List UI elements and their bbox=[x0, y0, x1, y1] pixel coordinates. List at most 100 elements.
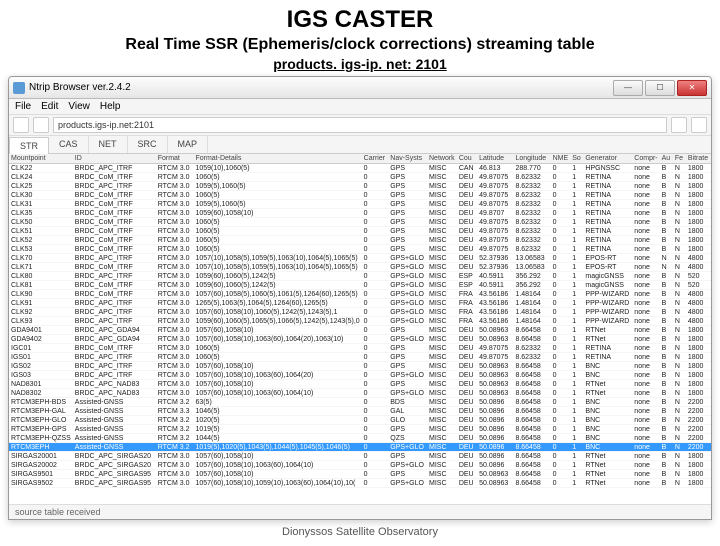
tab-src[interactable]: SRC bbox=[128, 136, 168, 153]
table-cell: 0 bbox=[362, 254, 389, 263]
slide-link[interactable]: products. igs-ip. net: 2101 bbox=[0, 56, 720, 72]
table-cell: 0 bbox=[551, 308, 571, 317]
column-header[interactable]: Au bbox=[660, 154, 673, 164]
column-header[interactable]: Latitude bbox=[477, 154, 513, 164]
column-header[interactable]: Carrier bbox=[362, 154, 389, 164]
tab-map[interactable]: MAP bbox=[168, 136, 209, 153]
table-row[interactable]: NAD8301BRDC_APC_NAD83RTCM 3.01057(60),10… bbox=[9, 380, 711, 389]
close-button[interactable]: ✕ bbox=[677, 80, 707, 96]
table-cell: 8.66458 bbox=[513, 389, 550, 398]
menu-help[interactable]: Help bbox=[100, 101, 121, 112]
table-row[interactable]: RTCM3EPH-QZSSAssisted-GNSSRTCM 3.21044(5… bbox=[9, 434, 711, 443]
column-header[interactable]: Fe bbox=[673, 154, 686, 164]
table-row[interactable]: GDA9401BRDC_APC_GDA94RTCM 3.01057(60),10… bbox=[9, 326, 711, 335]
table-cell: 50.08963 bbox=[477, 470, 513, 479]
table-row[interactable]: CLK70BRDC_APC_ITRFRTCM 3.01057(10),1058(… bbox=[9, 254, 711, 263]
table-row[interactable]: RTCM3EPH-GPSAssisted-GNSSRTCM 3.21019(5)… bbox=[9, 425, 711, 434]
table-row[interactable]: NAD8302BRDC_APC_NAD83RTCM 3.01057(60),10… bbox=[9, 389, 711, 398]
tab-str[interactable]: STR bbox=[9, 137, 49, 154]
table-row[interactable]: CLK81BRDC_CoM_ITRFRTCM 3.01059(60),1060(… bbox=[9, 281, 711, 290]
column-header[interactable]: Format bbox=[156, 154, 194, 164]
table-row[interactable]: CLK31BRDC_CoM_ITRFRTCM 3.01059(5),1060(5… bbox=[9, 200, 711, 209]
column-header[interactable]: Generator bbox=[583, 154, 632, 164]
table-row[interactable]: GDA9402BRDC_APC_GDA94RTCM 3.01057(60),10… bbox=[9, 335, 711, 344]
toolbar-forward-icon[interactable] bbox=[33, 117, 49, 133]
table-row[interactable]: CLK91BRDC_APC_ITRFRTCM 3.01265(5),1063(5… bbox=[9, 299, 711, 308]
column-header[interactable]: Cou bbox=[457, 154, 477, 164]
table-row[interactable]: SIRGAS20002BRDC_APC_SIRGAS20RTCM 3.01057… bbox=[9, 461, 711, 470]
table-cell: 0 bbox=[362, 380, 389, 389]
table-row[interactable]: CLK24BRDC_CoM_ITRFRTCM 3.01060(5)0GPSMIS… bbox=[9, 173, 711, 182]
table-row[interactable]: IGS01BRDC_APC_ITRFRTCM 3.01060(5)0GPSMIS… bbox=[9, 353, 711, 362]
column-header[interactable]: Format-Details bbox=[193, 154, 361, 164]
table-cell: RTCM3EPH-GLO bbox=[9, 416, 73, 425]
table-row[interactable]: CLK30BRDC_CoM_ITRFRTCM 3.01060(5)0GPSMIS… bbox=[9, 191, 711, 200]
toolbar-back-icon[interactable] bbox=[13, 117, 29, 133]
table-cell: 0 bbox=[551, 416, 571, 425]
table-row[interactable]: IGC01BRDC_CoM_ITRFRTCM 3.01060(5)0GPSMIS… bbox=[9, 344, 711, 353]
table-cell: RTCM 3.0 bbox=[156, 245, 194, 254]
table-cell: B bbox=[660, 281, 673, 290]
table-cell: 0 bbox=[362, 443, 389, 452]
table-cell: none bbox=[632, 389, 659, 398]
table-cell: 0 bbox=[551, 326, 571, 335]
table-row[interactable]: RTCM3EPH-BDSAssisted-GNSSRTCM 3.263(5)0B… bbox=[9, 398, 711, 407]
table-cell: GPS+GLO bbox=[388, 299, 427, 308]
column-header[interactable]: Network bbox=[427, 154, 457, 164]
table-row[interactable]: CLK25BRDC_APC_ITRFRTCM 3.01059(5),1060(5… bbox=[9, 182, 711, 191]
url-input[interactable]: products.igs-ip.net:2101 bbox=[53, 117, 667, 133]
table-row[interactable]: SIRGAS20001BRDC_APC_SIRGAS20RTCM 3.01057… bbox=[9, 452, 711, 461]
table-row[interactable]: CLK50BRDC_CoM_ITRFRTCM 3.01060(5)0GPSMIS… bbox=[9, 218, 711, 227]
table-cell: 1 bbox=[570, 317, 583, 326]
table-cell: 1057(60),1058(5),1060(5),1061(5),1264(60… bbox=[193, 290, 361, 299]
menu-edit[interactable]: Edit bbox=[41, 101, 58, 112]
column-header[interactable]: Compr- bbox=[632, 154, 659, 164]
table-row[interactable]: IGS03BRDC_APC_ITRFRTCM 3.01057(60),1058(… bbox=[9, 371, 711, 380]
stream-table-wrap[interactable]: MountpointIDFormatFormat-DetailsCarrierN… bbox=[9, 154, 711, 504]
table-cell: 0 bbox=[362, 371, 389, 380]
table-cell: none bbox=[632, 281, 659, 290]
column-header[interactable]: Nav-Systs bbox=[388, 154, 427, 164]
table-cell: BRDC_APC_NAD83 bbox=[73, 380, 156, 389]
maximize-button[interactable]: ☐ bbox=[645, 80, 675, 96]
menu-file[interactable]: File bbox=[15, 101, 31, 112]
toolbar-stop-icon[interactable] bbox=[691, 117, 707, 133]
table-row[interactable]: CLK80BRDC_APC_ITRFRTCM 3.01059(60),1060(… bbox=[9, 272, 711, 281]
column-header[interactable]: Longitude bbox=[513, 154, 550, 164]
table-row[interactable]: RTCM3EPH-GLOAssisted-GNSSRTCM 3.21020(5)… bbox=[9, 416, 711, 425]
tab-cas[interactable]: CAS bbox=[49, 136, 89, 153]
table-row[interactable]: CLK90BRDC_CoM_ITRFRTCM 3.01057(60),1058(… bbox=[9, 290, 711, 299]
table-row[interactable]: SIRGAS9501BRDC_APC_SIRGAS95RTCM 3.01057(… bbox=[9, 470, 711, 479]
table-cell: 1057(10),1058(5),1059(5),1063(10),1064(5… bbox=[193, 254, 361, 263]
column-header[interactable]: Mountpoint bbox=[9, 154, 73, 164]
table-cell: BRDC_CoM_ITRF bbox=[73, 290, 156, 299]
table-cell: 0 bbox=[362, 326, 389, 335]
table-row[interactable]: CLK71BRDC_CoM_ITRFRTCM 3.01057(10),1058(… bbox=[9, 263, 711, 272]
table-row[interactable]: CLK52BRDC_CoM_ITRFRTCM 3.01060(5)0GPSMIS… bbox=[9, 236, 711, 245]
table-cell: B bbox=[660, 326, 673, 335]
table-row[interactable]: CLK92BRDC_APC_ITRFRTCM 3.01057(60),1058(… bbox=[9, 308, 711, 317]
tab-strip: STR CAS NET SRC MAP bbox=[9, 136, 711, 154]
tab-net[interactable]: NET bbox=[89, 136, 128, 153]
column-header[interactable]: NME bbox=[551, 154, 571, 164]
table-row[interactable]: IGS02BRDC_APC_ITRFRTCM 3.01057(60),1058(… bbox=[9, 362, 711, 371]
minimize-button[interactable]: — bbox=[613, 80, 643, 96]
table-cell: DEU bbox=[457, 245, 477, 254]
table-row[interactable]: SIRGAS9502BRDC_APC_SIRGAS95RTCM 3.01057(… bbox=[9, 479, 711, 488]
table-row[interactable]: CLK93BRDC_APC_ITRFRTCM 3.01059(60),1060(… bbox=[9, 317, 711, 326]
table-row[interactable]: RTCM3EPH-GALAssisted-GNSSRTCM 3.31046(5)… bbox=[9, 407, 711, 416]
table-row[interactable]: CLK51BRDC_CoM_ITRFRTCM 3.01060(5)0GPSMIS… bbox=[9, 227, 711, 236]
table-cell: ESP bbox=[457, 272, 477, 281]
table-row[interactable]: CLK53BRDC_CoM_ITRFRTCM 3.01060(5)0GPSMIS… bbox=[9, 245, 711, 254]
toolbar-go-icon[interactable] bbox=[671, 117, 687, 133]
column-header[interactable]: So bbox=[570, 154, 583, 164]
table-cell: BRDC_APC_SIRGAS20 bbox=[73, 452, 156, 461]
table-row[interactable]: RTCM3EPHAssisted-GNSSRTCM 3.21019(5),102… bbox=[9, 443, 711, 452]
table-row[interactable]: CLK35BRDC_CoM_ITRFRTCM 3.01059(60),1058(… bbox=[9, 209, 711, 218]
menu-view[interactable]: View bbox=[68, 101, 90, 112]
column-header[interactable]: Bitrate bbox=[686, 154, 711, 164]
table-cell: MISC bbox=[427, 380, 457, 389]
table-row[interactable]: CLK22BRDC_APC_ITRFRTCM 3.01059(10),1060(… bbox=[9, 164, 711, 173]
table-cell: 1057(60),1058(10),1063(60),1064(10) bbox=[193, 389, 361, 398]
column-header[interactable]: ID bbox=[73, 154, 156, 164]
